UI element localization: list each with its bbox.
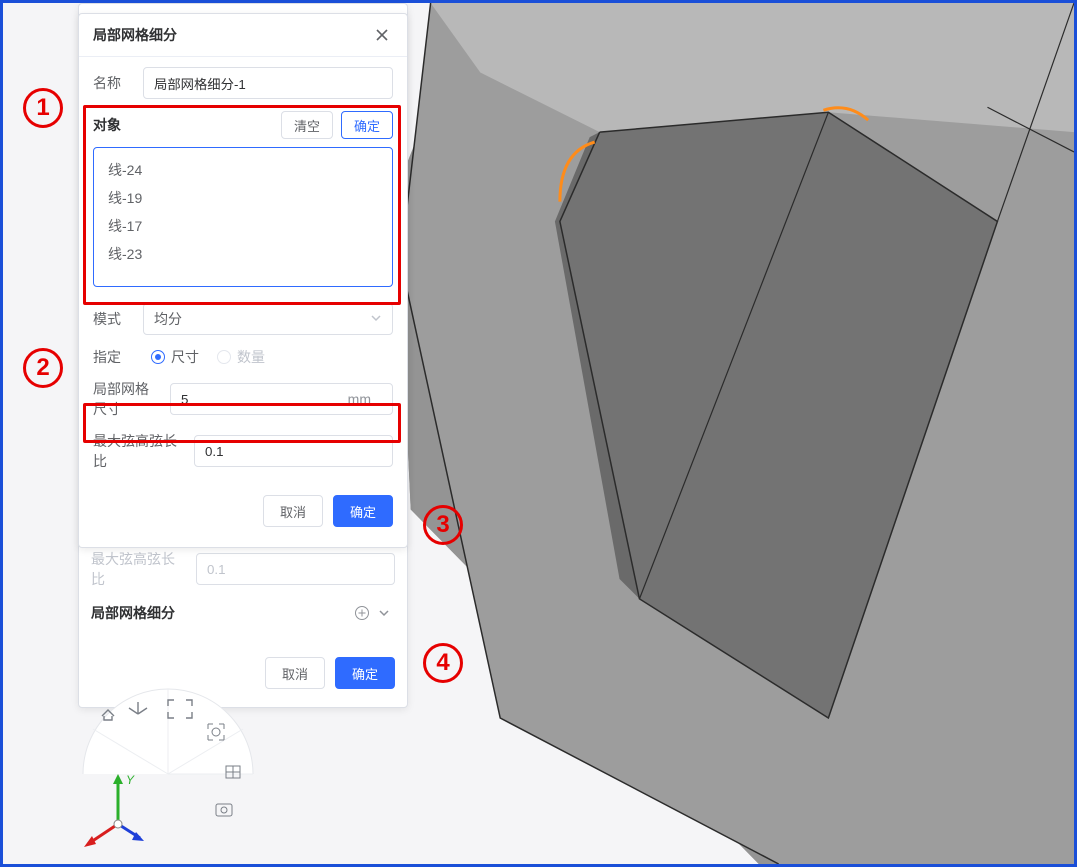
chord-row: 最大弦高弦长比 [93, 431, 393, 471]
bg-ok-button[interactable]: 确定 [335, 657, 395, 689]
radio-size-label: 尺寸 [171, 347, 199, 367]
objects-header: 对象 清空 确定 [93, 111, 393, 139]
name-row: 名称 [93, 67, 393, 99]
dialog-title: 局部网格细分 [93, 25, 177, 45]
mode-value: 均分 [154, 309, 182, 329]
gizmo-capture-icon[interactable] [216, 804, 232, 816]
name-label: 名称 [93, 73, 133, 93]
local-size-input[interactable] [170, 383, 393, 415]
bg-chord-label: 最大弦高弦长比 [91, 549, 186, 589]
app-stage: 最大弦高弦长比 局部网格细分 取消 确定 局部网格细分 [0, 0, 1077, 867]
annotation-4: 4 [423, 643, 463, 683]
chord-input[interactable] [194, 435, 393, 467]
mode-select[interactable]: 均分 [143, 303, 393, 335]
objects-clear-button[interactable]: 清空 [281, 111, 333, 139]
view-gizmo[interactable]: Y [78, 684, 258, 864]
dialog-footer: 取消 确定 [79, 483, 407, 541]
dialog-header: 局部网格细分 [79, 14, 407, 57]
chevron-down-icon[interactable] [373, 602, 395, 624]
axis-triad: Y [84, 773, 144, 847]
ok-button[interactable]: 确定 [333, 495, 393, 527]
bg-chord-row: 最大弦高弦长比 [91, 549, 395, 589]
specify-label: 指定 [93, 347, 133, 367]
radio-count-label: 数量 [237, 347, 265, 367]
radio-dot-icon [151, 350, 165, 364]
cancel-button[interactable]: 取消 [263, 495, 323, 527]
close-icon[interactable] [371, 24, 393, 46]
annotation-1: 1 [23, 88, 63, 128]
list-item[interactable]: 线-24 [94, 156, 392, 184]
local-mesh-refine-dialog: 局部网格细分 名称 对象 清空 确定 线-24 线-19 线-17 线-23 [78, 13, 408, 548]
local-size-row: 局部网格尺寸 mm [93, 379, 393, 419]
objects-confirm-button[interactable]: 确定 [341, 111, 393, 139]
bg-cancel-button[interactable]: 取消 [265, 657, 325, 689]
annotation-2: 2 [23, 348, 63, 388]
bg-section-header: 局部网格细分 [91, 602, 395, 624]
mode-label: 模式 [93, 309, 133, 329]
bg-section-title: 局部网格细分 [91, 603, 175, 623]
list-item[interactable]: 线-19 [94, 184, 392, 212]
radio-count[interactable]: 数量 [217, 347, 265, 367]
objects-label: 对象 [93, 115, 281, 135]
chevron-down-icon [370, 311, 382, 327]
add-icon[interactable] [351, 602, 373, 624]
bg-chord-input[interactable] [196, 553, 395, 585]
radio-size[interactable]: 尺寸 [151, 347, 199, 367]
annotation-3: 3 [423, 505, 463, 545]
specify-row: 指定 尺寸 数量 [93, 347, 393, 367]
axis-y-label: Y [126, 773, 135, 787]
mode-row: 模式 均分 [93, 303, 393, 335]
chord-label: 最大弦高弦长比 [93, 431, 184, 471]
name-input[interactable] [143, 67, 393, 99]
objects-listbox[interactable]: 线-24 线-19 线-17 线-23 [93, 147, 393, 287]
radio-dot-icon [217, 350, 231, 364]
list-item[interactable]: 线-17 [94, 212, 392, 240]
list-item[interactable]: 线-23 [94, 240, 392, 268]
local-size-label: 局部网格尺寸 [93, 379, 160, 419]
